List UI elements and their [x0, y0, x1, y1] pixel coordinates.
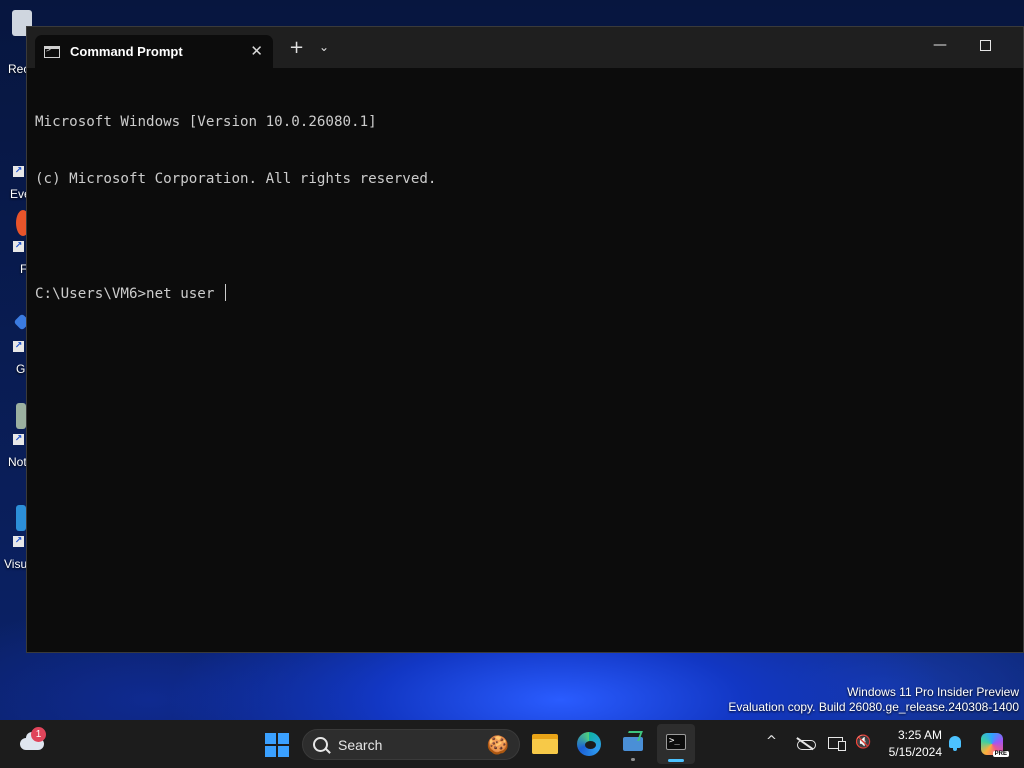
prompt-path: C:\Users\VM6> [35, 286, 147, 302]
console-prompt-line[interactable]: C:\Users\VM6>net user [35, 284, 1015, 304]
taskbar-search-box[interactable]: Search 🍪 [302, 729, 520, 760]
shortcut-arrow-icon: ↗ [13, 434, 24, 445]
console-line: Microsoft Windows [Version 10.0.26080.1] [35, 114, 377, 130]
start-tile [278, 746, 289, 757]
maximize-button[interactable] [980, 40, 991, 51]
watermark-edition: Windows 11 Pro Insider Preview [847, 685, 1019, 699]
clock-date: 5/15/2024 [888, 745, 942, 759]
search-icon [313, 737, 328, 752]
notification-bell-icon[interactable] [949, 736, 961, 751]
show-hidden-icons-button[interactable]: ^ [766, 734, 777, 749]
snipping-tool-button[interactable] [617, 728, 649, 761]
edge-button[interactable] [573, 728, 605, 760]
folder-icon-front [532, 739, 558, 754]
onedrive-icon[interactable] [797, 736, 816, 750]
console-output[interactable]: Microsoft Windows [Version 10.0.26080.1]… [35, 75, 1015, 342]
network-icon[interactable] [828, 736, 846, 751]
new-tab-button[interactable]: + [289, 39, 304, 57]
clock[interactable]: 3:25 AM 5/15/2024 [882, 727, 942, 761]
minimize-button[interactable]: — [933, 37, 947, 53]
windows-start-icon[interactable] [265, 733, 289, 757]
snipping-tool-icon [623, 737, 643, 751]
active-indicator [668, 759, 684, 762]
watermark-build: Evaluation copy. Build 26080.ge_release.… [728, 700, 1019, 714]
notepad-icon [16, 403, 26, 429]
terminal-icon: >_ [666, 734, 686, 750]
chevron-down-icon[interactable]: ⌄ [319, 40, 329, 54]
command-prompt-icon [44, 45, 60, 58]
edge-icon [577, 732, 601, 756]
text-cursor [224, 284, 226, 301]
notification-badge: 1 [31, 727, 46, 742]
close-tab-icon[interactable]: ✕ [250, 42, 263, 60]
search-highlight-icon: 🍪 [486, 735, 509, 755]
tab-command-prompt[interactable]: Command Prompt ✕ [35, 35, 273, 68]
search-label: Search [338, 737, 383, 753]
desktop-icon-label: G [16, 362, 26, 376]
tab-title: Command Prompt [70, 44, 183, 59]
file-explorer-button[interactable] [529, 728, 561, 760]
copilot-pre-badge: PRE [992, 751, 1009, 757]
shortcut-arrow-icon: ↗ [13, 341, 24, 352]
start-tile [278, 733, 289, 744]
running-indicator [631, 758, 635, 761]
typed-command: net user [146, 286, 223, 302]
visual-studio-icon [16, 505, 26, 531]
start-tile [265, 733, 276, 744]
title-bar[interactable]: Command Prompt ✕ + ⌄ — [27, 27, 1023, 68]
desktop-icon-label: Visu [4, 557, 28, 571]
console-line: (c) Microsoft Corporation. All rights re… [35, 171, 437, 187]
clock-time: 3:25 AM [897, 728, 942, 742]
terminal-window[interactable]: Command Prompt ✕ + ⌄ — Microsoft Windows… [26, 26, 1024, 653]
sound-muted-icon[interactable]: 🔇 [855, 735, 871, 750]
terminal-taskbar-button[interactable]: >_ [657, 724, 695, 764]
windows-watermark: Windows 11 Pro Insider Preview Evaluatio… [728, 685, 1019, 715]
shortcut-arrow-icon: ↗ [13, 241, 24, 252]
start-tile [265, 746, 276, 757]
shortcut-arrow-icon: ↗ [13, 536, 24, 547]
copilot-button[interactable]: PRE [981, 733, 1009, 757]
desktop-icon-label: Not [8, 455, 27, 469]
shortcut-arrow-icon: ↗ [13, 166, 24, 177]
